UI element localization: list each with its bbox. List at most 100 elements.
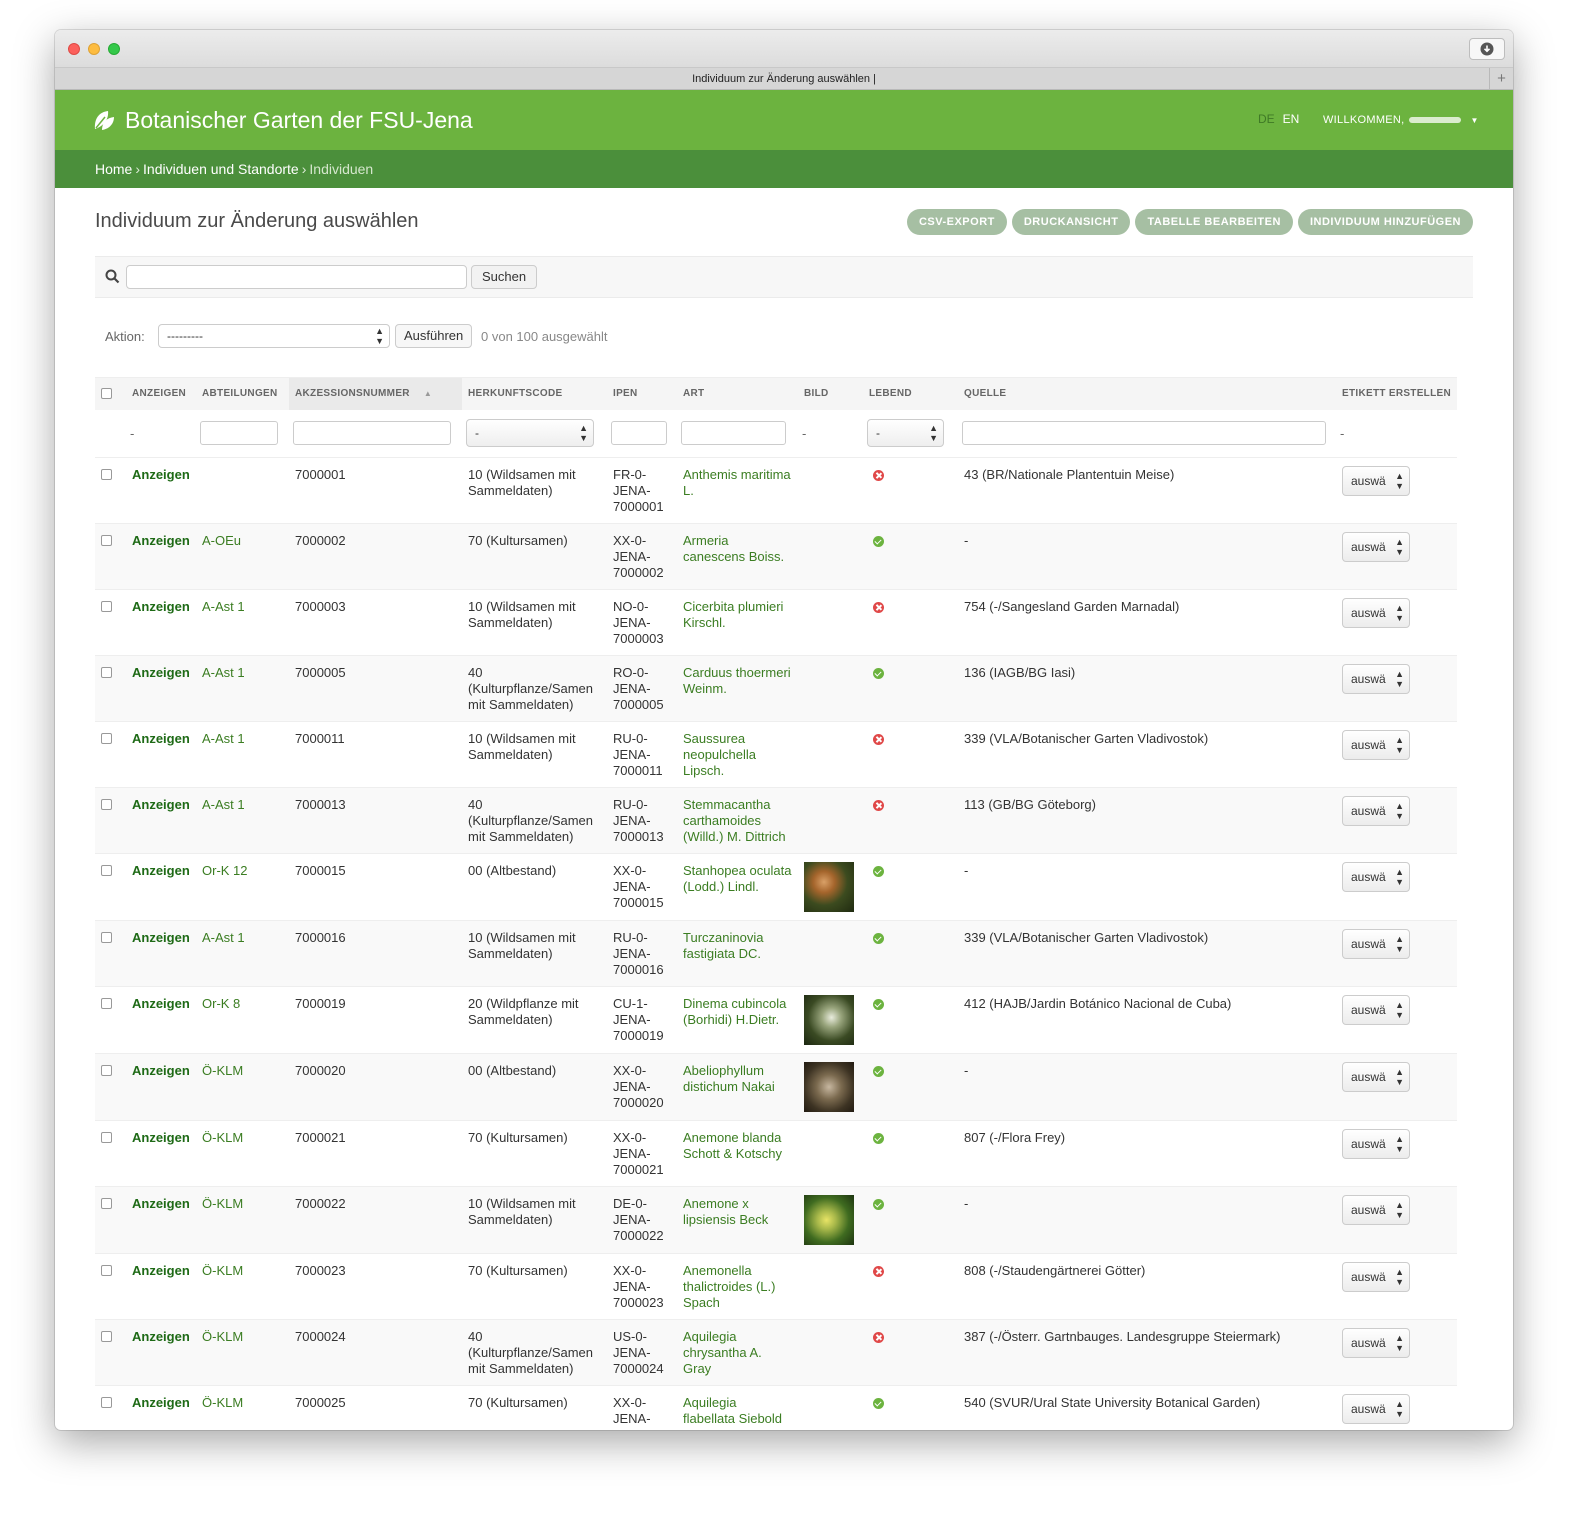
dept-link[interactable]: A-Ast 1 [202, 665, 245, 680]
sort-ascending-icon[interactable]: ▲ [424, 389, 432, 398]
row-checkbox[interactable] [101, 1198, 112, 1209]
dept-link[interactable]: Ö-KLM [202, 1263, 243, 1278]
show-link[interactable]: Anzeigen [132, 1196, 190, 1211]
filter-art-input[interactable] [681, 421, 786, 446]
dept-link[interactable]: Ö-KLM [202, 1130, 243, 1145]
row-checkbox[interactable] [101, 1397, 112, 1408]
add-individual-button[interactable]: INDIVIDUUM HINZUFÜGEN [1297, 209, 1473, 235]
column-header[interactable]: ART [677, 377, 798, 410]
label-template-select[interactable]: auswä ▲ ▼ [1342, 1394, 1410, 1424]
filter-alive-select[interactable]: - ▲ ▼ [867, 419, 944, 448]
filter-accession-input[interactable] [293, 421, 451, 446]
plant-thumbnail[interactable] [804, 1195, 854, 1245]
label-template-select[interactable]: auswä ▲ ▼ [1342, 796, 1410, 826]
label-template-select[interactable]: auswä ▲ ▼ [1342, 1328, 1410, 1358]
label-template-select[interactable]: auswä ▲ ▼ [1342, 466, 1410, 496]
select-all-checkbox[interactable] [101, 387, 112, 399]
dept-link[interactable]: Or-K 12 [202, 863, 248, 878]
plant-thumbnail[interactable] [804, 995, 854, 1045]
dept-link[interactable]: A-Ast 1 [202, 599, 245, 614]
column-header[interactable]: LEBEND [863, 377, 958, 410]
dept-link[interactable]: A-Ast 1 [202, 797, 245, 812]
show-link[interactable]: Anzeigen [132, 467, 190, 482]
filter-ipen-input[interactable] [611, 421, 667, 446]
row-checkbox[interactable] [101, 469, 112, 480]
search-input[interactable] [126, 265, 467, 289]
art-link[interactable]: Aquilegia chrysantha A. Gray [683, 1329, 762, 1376]
dept-link[interactable]: A-OEu [202, 533, 241, 548]
label-template-select[interactable]: auswä ▲ ▼ [1342, 995, 1410, 1025]
row-checkbox[interactable] [101, 932, 112, 943]
label-template-select[interactable]: auswä ▲ ▼ [1342, 929, 1410, 959]
zoom-window-button[interactable] [108, 43, 120, 55]
print-view-button[interactable]: DRUCKANSICHT [1011, 209, 1131, 235]
art-link[interactable]: Anemone blanda Schott & Kotschy [683, 1130, 782, 1161]
art-link[interactable]: Saussurea neopulchella Lipsch. [683, 731, 756, 778]
column-header[interactable]: BILD [798, 377, 863, 410]
column-header[interactable]: ABTEILUNGEN [196, 377, 289, 410]
downloads-button[interactable] [1469, 38, 1505, 60]
lang-en-link[interactable]: EN [1283, 112, 1300, 126]
column-header[interactable]: ETIKETT ERSTELLEN [1336, 377, 1457, 410]
label-template-select[interactable]: auswä ▲ ▼ [1342, 532, 1410, 562]
filter-origin-select[interactable]: - ▲ ▼ [466, 419, 594, 448]
new-tab-button[interactable]: + [1489, 68, 1513, 90]
art-link[interactable]: Aquilegia flabellata Siebold & Zucc. [683, 1395, 782, 1430]
art-link[interactable]: Carduus thoermeri Weinm. [683, 665, 791, 696]
action-select[interactable]: --------- ▲ ▼ [158, 324, 390, 348]
show-link[interactable]: Anzeigen [132, 797, 190, 812]
art-link[interactable]: Anemone x lipsiensis Beck [683, 1196, 768, 1227]
plant-thumbnail[interactable] [804, 862, 854, 912]
row-checkbox[interactable] [101, 667, 112, 678]
label-template-select[interactable]: auswä ▲ ▼ [1342, 664, 1410, 694]
column-header[interactable]: HERKUNFTSCODE [462, 377, 607, 410]
show-link[interactable]: Anzeigen [132, 1263, 190, 1278]
column-header[interactable]: IPEN [607, 377, 677, 410]
user-menu[interactable]: WILLKOMMEN, ▼ [1323, 114, 1479, 126]
show-link[interactable]: Anzeigen [132, 731, 190, 746]
filter-source-input[interactable] [962, 421, 1326, 446]
column-header-sorted[interactable]: AKZESSIONSNUMMER ▲ [289, 377, 462, 410]
row-checkbox[interactable] [101, 998, 112, 1009]
art-link[interactable]: Turczaninovia fastigiata DC. [683, 930, 763, 961]
row-checkbox[interactable] [101, 535, 112, 546]
edit-table-button[interactable]: TABELLE BEARBEITEN [1135, 209, 1293, 235]
row-checkbox[interactable] [101, 1265, 112, 1276]
art-link[interactable]: Cicerbita plumieri Kirschl. [683, 599, 783, 630]
minimize-window-button[interactable] [88, 43, 100, 55]
show-link[interactable]: Anzeigen [132, 1130, 190, 1145]
show-link[interactable]: Anzeigen [132, 665, 190, 680]
show-link[interactable]: Anzeigen [132, 599, 190, 614]
dept-link[interactable]: A-Ast 1 [202, 930, 245, 945]
show-link[interactable]: Anzeigen [132, 930, 190, 945]
label-template-select[interactable]: auswä ▲ ▼ [1342, 598, 1410, 628]
breadcrumb-section[interactable]: Individuen und Standorte [143, 161, 299, 177]
row-checkbox[interactable] [101, 733, 112, 744]
column-header[interactable]: QUELLE [958, 377, 1336, 410]
row-checkbox[interactable] [101, 1065, 112, 1076]
run-action-button[interactable]: Ausführen [395, 324, 473, 348]
filter-dept-input[interactable] [200, 421, 278, 446]
show-link[interactable]: Anzeigen [132, 1395, 190, 1410]
dept-link[interactable]: Ö-KLM [202, 1329, 243, 1344]
art-link[interactable]: Armeria canescens Boiss. [683, 533, 784, 564]
art-link[interactable]: Anemonella thalictroides (L.) Spach [683, 1263, 775, 1310]
label-template-select[interactable]: auswä ▲ ▼ [1342, 1129, 1410, 1159]
lang-de-link[interactable]: DE [1258, 112, 1275, 126]
label-template-select[interactable]: auswä ▲ ▼ [1342, 1262, 1410, 1292]
label-template-select[interactable]: auswä ▲ ▼ [1342, 1195, 1410, 1225]
dept-link[interactable]: A-Ast 1 [202, 731, 245, 746]
art-link[interactable]: Abeliophyllum distichum Nakai [683, 1063, 775, 1094]
search-button[interactable]: Suchen [471, 265, 538, 289]
row-checkbox[interactable] [101, 865, 112, 876]
tab-title[interactable]: Individuum zur Änderung auswählen | [692, 73, 876, 85]
csv-export-button[interactable]: CSV-EXPORT [906, 209, 1007, 235]
plant-thumbnail[interactable] [804, 1062, 854, 1112]
label-template-select[interactable]: auswä ▲ ▼ [1342, 730, 1410, 760]
art-link[interactable]: Anthemis maritima L. [683, 467, 791, 498]
show-link[interactable]: Anzeigen [132, 996, 190, 1011]
show-link[interactable]: Anzeigen [132, 533, 190, 548]
dept-link[interactable]: Ö-KLM [202, 1395, 243, 1410]
column-header[interactable]: ANZEIGEN [126, 377, 196, 410]
label-template-select[interactable]: auswä ▲ ▼ [1342, 862, 1410, 892]
